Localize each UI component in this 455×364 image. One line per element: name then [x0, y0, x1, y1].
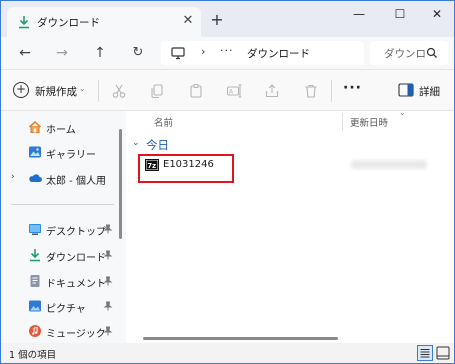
sidebar-item-music[interactable]: ミュージック — [1, 321, 119, 341]
sidebar-item-label: ホーム — [46, 125, 76, 136]
sidebar-item-desktop[interactable]: デスクトップ — [1, 219, 119, 239]
sort-chevron-icon: ⌄ — [399, 108, 406, 117]
expand-chevron-icon[interactable]: › — [11, 172, 15, 182]
sidebar-item-label: ドキュメント — [46, 279, 106, 290]
share-icon[interactable] — [264, 83, 280, 99]
back-button[interactable]: ← — [14, 43, 36, 63]
toolbar-divider — [98, 80, 99, 102]
title-bar: ダウンロード ✕ + — ☐ ✕ — [1, 1, 454, 37]
monitor-icon — [171, 47, 185, 60]
forward-button[interactable]: → — [51, 43, 73, 63]
sidebar-item-onedrive[interactable]: › 太郎 - 個人用 — [1, 168, 119, 188]
tab-title: ダウンロード — [37, 17, 100, 29]
home-icon — [29, 121, 41, 133]
list-view-icon — [420, 349, 430, 358]
refresh-button[interactable]: ↻ — [127, 43, 149, 63]
item-count: 1 個の項目 — [9, 350, 57, 361]
onedrive-icon — [29, 174, 42, 182]
breadcrumb-more-button[interactable]: ··· — [220, 44, 234, 57]
cut-icon[interactable] — [111, 83, 127, 99]
pin-icon[interactable] — [103, 276, 113, 286]
sidebar-item-label: ダウンロード — [46, 253, 106, 264]
file-date-redacted — [351, 160, 427, 169]
close-window-button[interactable]: ✕ — [419, 3, 454, 25]
pictures-icon — [29, 300, 41, 312]
sidebar-divider — [11, 204, 114, 205]
maximize-button[interactable]: ☐ — [382, 3, 418, 25]
tiles-view-icon — [436, 346, 450, 360]
tiles-view-button[interactable] — [435, 345, 451, 361]
pin-icon[interactable] — [103, 224, 113, 234]
sidebar-item-downloads[interactable]: ダウンロード — [1, 245, 119, 265]
pin-icon[interactable] — [103, 326, 113, 336]
details-view-button[interactable] — [417, 345, 433, 361]
column-header-name[interactable]: 名前 — [154, 115, 173, 129]
collapse-chevron-icon: ⌄ — [132, 138, 140, 148]
sidebar-item-pictures[interactable]: ピクチャ — [1, 296, 119, 316]
rename-icon[interactable]: A — [226, 83, 242, 99]
address-bar-row: ← → ↑ ↻ › ··· ダウンロード ダウンロ — [1, 37, 454, 69]
desktop-icon — [29, 224, 41, 235]
horizontal-scrollbar[interactable] — [143, 337, 338, 340]
highlight-annotation-box — [138, 154, 234, 183]
sidebar-scrollbar[interactable] — [119, 129, 122, 239]
sidebar-item-label: ミュージック — [46, 329, 106, 340]
toolbar-divider — [331, 80, 332, 102]
details-pane-icon — [398, 83, 414, 97]
plus-circle-icon: + — [13, 82, 29, 98]
breadcrumb-current[interactable]: ダウンロード — [247, 46, 310, 61]
search-input[interactable]: ダウンロ — [370, 41, 448, 65]
sidebar-item-label: ピクチャ — [46, 304, 86, 315]
copy-icon[interactable] — [149, 83, 165, 99]
download-icon — [30, 249, 40, 262]
documents-icon — [30, 275, 40, 287]
new-tab-button[interactable]: + — [207, 10, 227, 30]
file-list-pane: 名前 更新日時 ⌄ ⌄ 今日 7z E1031246 — [126, 108, 454, 343]
new-button-label: 新規作成 — [35, 86, 77, 98]
search-icon — [426, 47, 437, 58]
pin-icon[interactable] — [103, 250, 113, 260]
sidebar-item-home[interactable]: ホーム — [1, 117, 119, 137]
minimize-button[interactable]: — — [341, 3, 377, 25]
breadcrumb-chevron-icon[interactable]: › — [201, 45, 205, 58]
sidebar-item-label: ギャラリー — [46, 150, 96, 161]
sidebar-item-documents[interactable]: ドキュメント — [1, 271, 119, 291]
details-label: 詳細 — [419, 86, 440, 98]
command-bar: + 新規作成 ⌄ A ··· 詳細 — [1, 69, 454, 111]
close-tab-icon[interactable]: ✕ — [181, 13, 195, 29]
sidebar-item-label: デスクトップ — [46, 227, 106, 238]
file-explorer-window: ダウンロード ✕ + — ☐ ✕ ← → ↑ ↻ › ··· ダウンロード ダウ… — [0, 0, 455, 364]
navigation-pane: ホーム ギャラリー › 太郎 - 個人用 デスクトップ ダウンロード ドキュメン… — [1, 111, 126, 343]
sidebar-item-label: 太郎 - 個人用 — [46, 176, 106, 187]
chevron-down-icon: ⌄ — [79, 84, 86, 93]
column-header-row: 名前 更新日時 ⌄ — [126, 108, 454, 133]
sidebar-item-gallery[interactable]: ギャラリー — [1, 142, 119, 162]
download-icon — [19, 16, 29, 29]
group-label: 今日 — [146, 138, 169, 152]
pin-icon[interactable] — [103, 301, 113, 311]
column-divider[interactable] — [342, 113, 343, 131]
music-icon — [29, 325, 41, 337]
status-bar: 1 個の項目 — [1, 343, 454, 363]
address-field[interactable]: › ··· ダウンロード — [161, 41, 364, 65]
up-button[interactable]: ↑ — [89, 43, 111, 63]
delete-icon[interactable] — [303, 83, 319, 99]
column-header-date[interactable]: 更新日時 — [350, 115, 388, 129]
tab-downloads[interactable]: ダウンロード ✕ — [7, 7, 201, 37]
search-placeholder: ダウンロ — [384, 48, 426, 60]
gallery-icon — [29, 146, 41, 158]
paste-icon[interactable] — [188, 83, 204, 99]
more-options-button[interactable]: ··· — [343, 80, 362, 96]
svg-text:A: A — [229, 89, 234, 96]
